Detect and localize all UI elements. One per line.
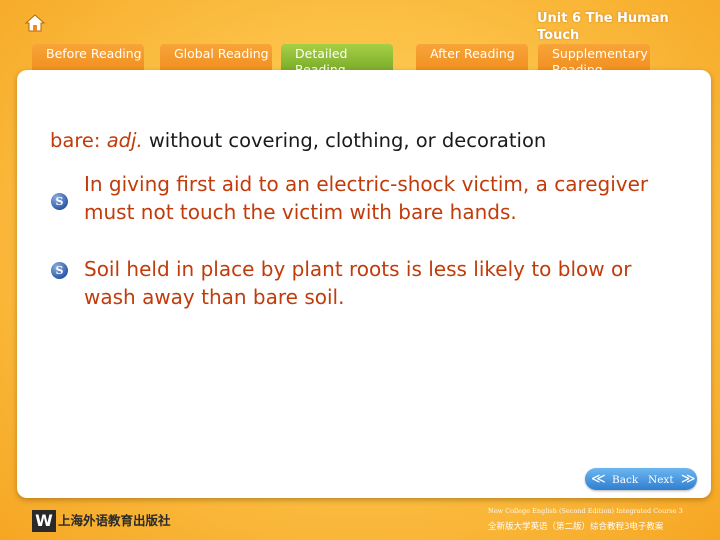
- definition-text: without covering, clothing, or decoratio…: [148, 129, 547, 152]
- part-of-speech: adj.: [106, 129, 143, 152]
- nav-bar: ≪ Back Next ≫: [585, 468, 697, 490]
- tab-label: After Reading: [430, 46, 515, 61]
- tab-label: Before Reading: [46, 46, 142, 61]
- double-left-arrow-icon: ≪: [591, 471, 606, 487]
- next-button[interactable]: Next ≫: [648, 468, 696, 490]
- course-title-cn: 全新版大学英语（第二版）综合教程3电子教案: [488, 522, 664, 532]
- vocab-word: bare: [50, 129, 94, 152]
- next-label: Next: [648, 474, 674, 486]
- double-right-arrow-icon: ≫: [680, 471, 696, 487]
- publisher-name: 上海外语教育出版社: [58, 513, 171, 528]
- sentence-s-icon: S: [51, 193, 68, 210]
- unit-title: Unit 6 The Human Touch: [537, 11, 669, 43]
- example-sentence: Soil held in place by plant roots is les…: [84, 257, 632, 309]
- tab-label: Global Reading: [174, 46, 269, 61]
- example-sentence: In giving first aid to an electric-shock…: [84, 172, 649, 224]
- logo-w-icon: W: [32, 510, 56, 532]
- home-icon[interactable]: [25, 13, 45, 33]
- word-definition: bare: adj. without covering, clothing, o…: [50, 128, 570, 154]
- course-title-en: New College English (Second Edition) Int…: [488, 507, 683, 515]
- back-label: Back: [612, 474, 639, 486]
- word-colon: :: [93, 129, 101, 152]
- sentence-s-icon: S: [51, 262, 68, 279]
- back-button[interactable]: ≪ Back: [591, 468, 638, 490]
